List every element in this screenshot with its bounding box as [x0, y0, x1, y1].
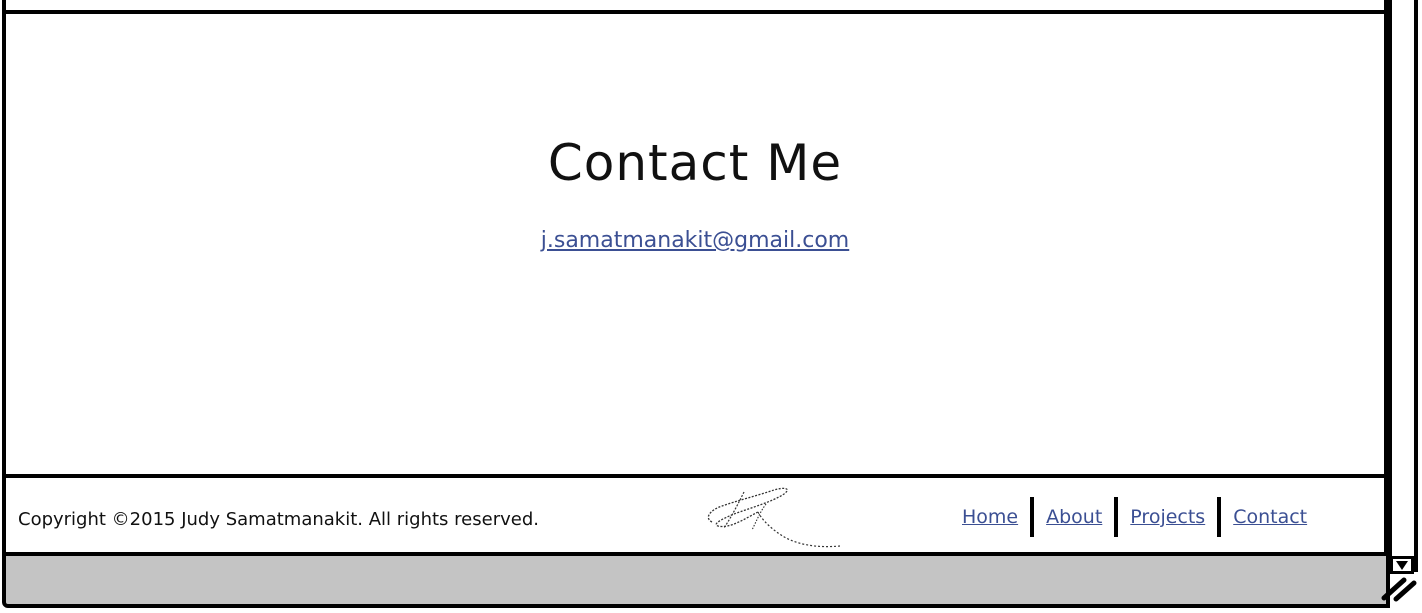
footer-nav-home[interactable]: Home [950, 506, 1030, 528]
browser-frame [2, 0, 1388, 556]
contact-email-link[interactable]: j.samatmanakit@gmail.com [541, 228, 849, 253]
resize-grip-icon[interactable] [1378, 572, 1418, 602]
vertical-scrollbar[interactable] [1388, 0, 1418, 572]
section-divider-top [2, 10, 1390, 14]
footer-nav-about[interactable]: About [1034, 506, 1114, 528]
contact-heading: Contact Me [547, 134, 843, 192]
footer-nav: Home About Projects Contact [950, 496, 1319, 538]
copyright-text: Copyright ©2015 Judy Samatmanakit. All r… [18, 509, 539, 530]
signature-logo [707, 487, 841, 548]
contact-email-container: j.samatmanakit@gmail.com [0, 228, 1390, 253]
triangle-down-icon [1396, 560, 1408, 570]
footer-nav-contact[interactable]: Contact [1221, 506, 1319, 528]
footer-nav-projects[interactable]: Projects [1118, 506, 1217, 528]
status-bar [2, 552, 1390, 608]
footer-divider [2, 474, 1390, 478]
wireframe-page: Contact Me j.samatmanakit@gmail.com Copy… [0, 0, 1422, 613]
